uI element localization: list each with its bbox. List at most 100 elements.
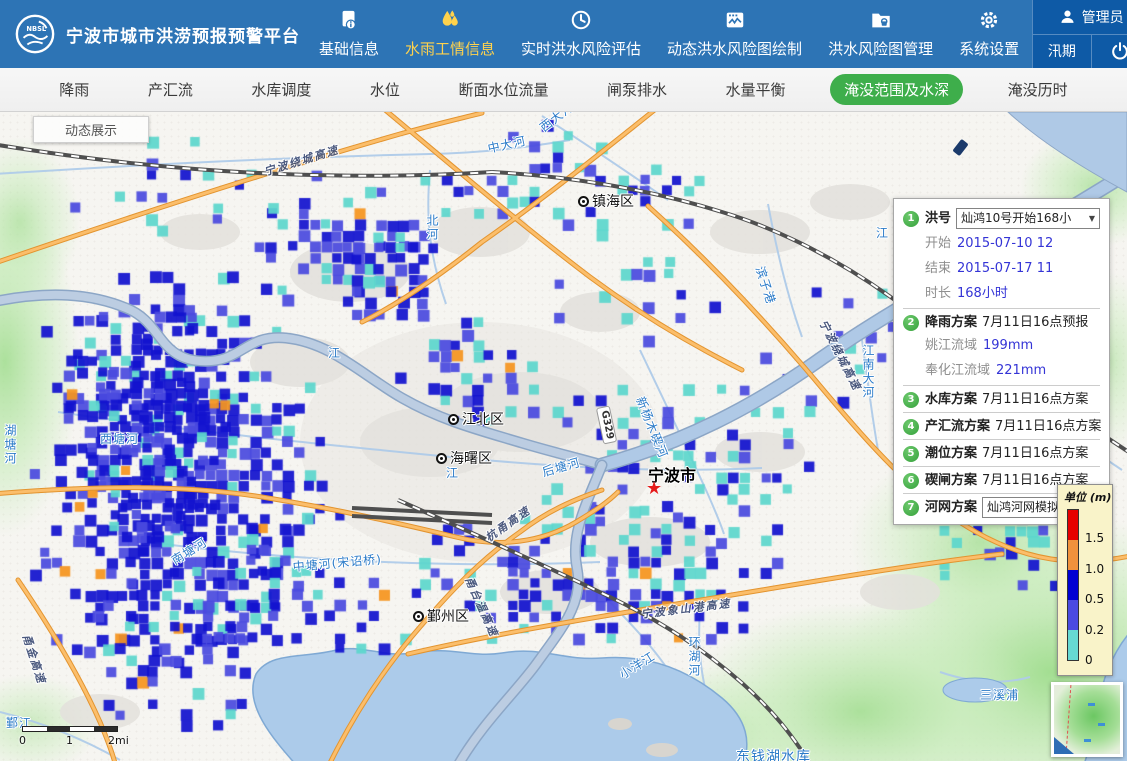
nav-item-4[interactable]: 动态洪水风险图绘制 (654, 0, 815, 68)
overview-map[interactable] (1051, 682, 1123, 757)
power-button[interactable] (1092, 35, 1127, 69)
nav-item-5[interactable]: 洪水风险图管理 (815, 0, 946, 68)
panel-label: 降雨方案 (925, 314, 977, 331)
legend-tick: 1.0 (1085, 562, 1104, 576)
scale-label-1: 1 (66, 734, 73, 747)
app-title: 宁波市城市洪涝预报预警平台 (66, 22, 300, 47)
nav-item-label: 实时洪水风险评估 (521, 38, 641, 59)
panel-value: 7月11日16点方案 (995, 418, 1101, 435)
depth-legend: 单位 (m) 1.5 1.0 0.5 0.2 0 (1057, 484, 1113, 676)
overview-mark (1084, 739, 1091, 742)
panel-value: 2015-07-17 11 (957, 260, 1053, 277)
subnav-tab-5[interactable]: 断面水位流量 (444, 74, 562, 105)
panel-row-水库方案: 3水库方案7月11日16点方案 (903, 385, 1100, 410)
panel-key: 奉化江流域 (925, 362, 990, 379)
header-bar: NBSL 宁波市城市洪涝预报预警平台 基础信息 水雨工情信息 实时洪水风险评估 动态洪… (0, 0, 1127, 68)
dynamic-chart-icon (724, 9, 746, 35)
subnav-tab-4[interactable]: 水位 (356, 74, 414, 105)
app-logo-icon: NBSL (14, 13, 56, 55)
panel-key: 时长 (925, 285, 951, 302)
scale-label-0: 0 (19, 734, 26, 747)
panel-row-产汇流方案: 4 产汇流方案 7月11日16点方案 (903, 412, 1100, 437)
legend-segment (1068, 510, 1078, 540)
panel-key: 开始 (925, 235, 951, 252)
step-number-badge: 6 (903, 473, 919, 489)
subnav-tab-9[interactable]: 淹没历时 (994, 74, 1082, 105)
panel-row-时长: 时长 168小时 (903, 281, 1100, 306)
svg-text:NBSL: NBSL (26, 25, 46, 33)
panel-value: 168小时 (957, 285, 1008, 302)
subnav-tab-1[interactable]: 降雨 (45, 74, 103, 105)
panel-value: 7月11日16点预报 (982, 314, 1088, 331)
step-number-badge: 7 (903, 500, 919, 516)
step-number-badge: 1 (903, 211, 919, 227)
nav-item-label: 动态洪水风险图绘制 (667, 38, 802, 59)
flood-platform-app: NBSL 宁波市城市洪涝预报预警平台 基础信息 水雨工情信息 实时洪水风险评估 动态洪… (0, 0, 1127, 761)
nav-item-label: 水雨工情信息 (405, 38, 495, 59)
panel-label: 产汇流方案 (925, 418, 990, 435)
user-box: 管理员 汛期 (1032, 0, 1127, 68)
overview-toggle-icon[interactable] (1054, 737, 1074, 754)
gear-icon (978, 9, 1000, 35)
panel-label: 碶闸方案 (925, 472, 977, 489)
subnav-tab-7[interactable]: 水量平衡 (712, 74, 800, 105)
user-actions: 汛期 (1033, 35, 1127, 69)
brand: NBSL 宁波市城市洪涝预报预警平台 (0, 0, 300, 68)
nav-item-label: 洪水风险图管理 (828, 38, 933, 59)
nav-item-1[interactable]: 基础信息 (306, 0, 392, 68)
panel-value: 221mm (996, 362, 1046, 379)
scale-bar: 0 1 2mi (22, 726, 132, 732)
period-badge[interactable]: 汛期 (1033, 35, 1092, 69)
subnav-tab-3[interactable]: 水库调度 (237, 74, 325, 105)
sub-nav: 降雨产汇流水库调度水位断面水位流量闸泵排水水量平衡淹没范围及水深淹没历时 (0, 68, 1127, 112)
raindrops-icon (439, 9, 461, 35)
legend-segment (1068, 600, 1078, 630)
user-name: 管理员 (1082, 7, 1124, 27)
panel-row-奉化江流域: 奉化江流域 221mm (903, 358, 1100, 383)
legend-color-bar (1067, 509, 1079, 661)
subnav-tab-2[interactable]: 产汇流 (134, 74, 207, 105)
legend-tick: 0 (1085, 653, 1093, 667)
map-viewport[interactable]: 中大河西大河北河滨子港江江江江南大河新杨木碶河后塘河西塘河中塘河(宋诏桥)南塘河… (0, 112, 1127, 761)
nav-item-label: 系统设置 (959, 38, 1019, 59)
panel-label: 水库方案 (925, 391, 977, 408)
panel-key: 姚江流域 (925, 337, 977, 354)
nav-item-label: 基础信息 (319, 38, 379, 59)
panel-row-姚江流域: 姚江流域 199mm (903, 333, 1100, 358)
nav-item-3[interactable]: 实时洪水风险评估 (508, 0, 654, 68)
user-icon (1059, 8, 1076, 25)
dynamic-display-button[interactable]: 动态展示 (33, 116, 149, 143)
subnav-tab-6[interactable]: 闸泵排水 (593, 74, 681, 105)
step-number-badge: 2 (903, 315, 919, 331)
legend-tick: 0.5 (1085, 592, 1104, 606)
panel-row-开始: 开始 2015-07-10 12 (903, 231, 1100, 256)
legend-tick: 0.2 (1085, 623, 1104, 637)
select-value: 灿鸿河网模拟 (987, 499, 1059, 516)
洪号-select[interactable]: 灿鸿10号开始168小 ▼ (956, 208, 1100, 229)
subnav-tab-8[interactable]: 淹没范围及水深 (830, 74, 963, 105)
panel-value: 199mm (983, 337, 1033, 354)
panel-row-结束: 结束 2015-07-17 11 (903, 256, 1100, 281)
panel-row-降雨方案: 2 降雨方案 7月11日16点预报 (903, 308, 1100, 333)
legend-tick: 1.5 (1085, 531, 1104, 545)
select-value: 灿鸿10号开始168小 (961, 210, 1071, 227)
step-number-badge: 5 (903, 446, 919, 462)
scale-bar-segments (22, 726, 118, 732)
nav-item-6[interactable]: 系统设置 (946, 0, 1032, 68)
panel-key: 结束 (925, 260, 951, 277)
legend-title: 单位 (m) (1064, 489, 1112, 505)
overview-mark (1098, 723, 1105, 726)
panel-row-潮位方案: 5潮位方案7月11日16点方案 (903, 439, 1100, 464)
user-menu[interactable]: 管理员 (1033, 0, 1127, 35)
chevron-down-icon: ▼ (1089, 210, 1095, 227)
step-number-badge: 4 (903, 419, 919, 435)
step-number-badge: 3 (903, 392, 919, 408)
panel-row-洪号: 1 洪号灿鸿10号开始168小 ▼ (903, 206, 1100, 231)
panel-label: 洪号 (925, 210, 951, 227)
nav-item-2[interactable]: 水雨工情信息 (392, 0, 508, 68)
folder-lock-icon (870, 9, 892, 35)
panel-value: 2015-07-10 12 (957, 235, 1053, 252)
legend-segment (1068, 540, 1078, 570)
overview-mark (1088, 703, 1095, 706)
clipboard-info-icon (338, 9, 360, 35)
